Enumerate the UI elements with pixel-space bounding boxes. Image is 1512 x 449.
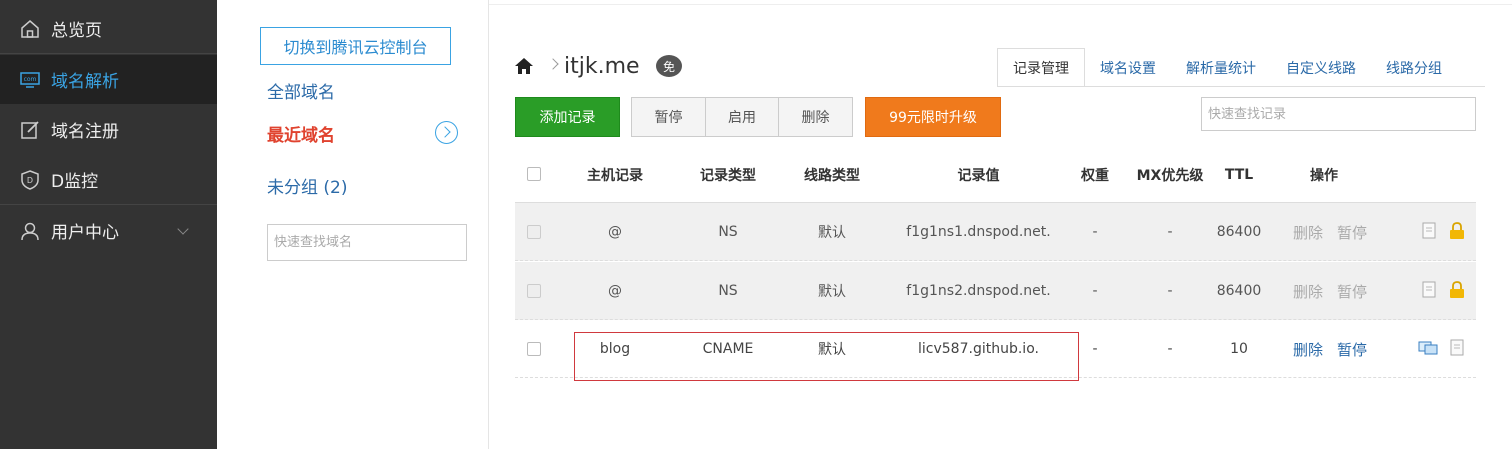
divider <box>489 4 1512 5</box>
type-cell: NS <box>718 283 738 299</box>
weight-cell: - <box>1092 224 1098 240</box>
select-all-checkbox[interactable] <box>527 167 541 181</box>
dns-icon: com <box>20 71 40 88</box>
shield-icon: D <box>21 169 39 190</box>
note-icon[interactable] <box>1449 339 1467 357</box>
row-checkbox[interactable] <box>527 284 541 298</box>
value-cell: f1g1ns1.dnspod.net. <box>906 224 1051 240</box>
delete-link[interactable]: 删除 <box>1293 320 1323 378</box>
line-cell: 默认 <box>818 225 846 241</box>
user-icon <box>21 222 39 240</box>
column-header: TTL <box>1224 166 1254 183</box>
svg-text:com: com <box>24 76 37 83</box>
tab-records[interactable]: 记录管理 <box>997 48 1085 87</box>
note-icon[interactable] <box>1421 222 1439 240</box>
ttl-cell: 86400 <box>1216 224 1262 240</box>
tab-stats[interactable]: 解析量统计 <box>1171 48 1271 87</box>
pause-link[interactable]: 暂停 <box>1337 320 1367 378</box>
table-row: @ NS 默认 f1g1ns2.dnspod.net. - - 86400 删除… <box>515 262 1476 320</box>
tab-custom-lines[interactable]: 自定义线路 <box>1271 48 1371 87</box>
all-domains-link[interactable]: 全部域名 <box>267 78 335 103</box>
load-balance-icon[interactable] <box>1418 339 1440 357</box>
sidebar-item-monitor[interactable]: D D监控 <box>0 155 217 204</box>
domain-list-panel: 切换到腾讯云控制台 全部域名 最近域名 未分组 (2) <box>217 0 489 449</box>
divider <box>997 86 1485 87</box>
delete-link: 删除 <box>1293 223 1324 242</box>
ttl-cell: 86400 <box>1216 283 1262 299</box>
sidebar-item-label: 总览页 <box>51 21 102 41</box>
domain-search-input[interactable] <box>267 224 467 261</box>
column-header: 主机记录 <box>587 167 643 184</box>
tab-line-groups[interactable]: 线路分组 <box>1371 48 1457 87</box>
main-sidebar: 总览页 com 域名解析 域名注册 D D监控 用户中心 <box>0 0 217 449</box>
enable-button[interactable]: 启用 <box>705 97 779 137</box>
sidebar-item-register[interactable]: 域名注册 <box>0 105 217 154</box>
svg-text:D: D <box>27 176 33 185</box>
sidebar-item-user-center[interactable]: 用户中心 <box>0 206 217 255</box>
edit-icon <box>21 120 39 139</box>
highlight-annotation-box <box>574 332 1079 381</box>
pause-link: 暂停 <box>1337 282 1368 301</box>
add-record-button[interactable]: 添加记录 <box>515 97 620 137</box>
switch-console-button[interactable]: 切换到腾讯云控制台 <box>260 27 451 65</box>
page-title: itjk.me <box>564 54 640 79</box>
note-icon[interactable] <box>1421 281 1439 299</box>
divider <box>0 204 217 205</box>
host-cell: @ <box>608 283 622 299</box>
home-icon[interactable] <box>514 57 534 75</box>
sidebar-item-overview[interactable]: 总览页 <box>0 4 217 53</box>
pause-button[interactable]: 暂停 <box>631 97 706 137</box>
breadcrumb-separator-icon <box>547 58 559 70</box>
row-checkbox[interactable] <box>527 225 541 239</box>
divider <box>0 53 217 54</box>
delete-link: 删除 <box>1293 282 1324 301</box>
delete-button[interactable]: 删除 <box>778 97 853 137</box>
sidebar-item-label: 用户中心 <box>51 223 119 243</box>
row-checkbox[interactable] <box>527 342 541 356</box>
column-header: 记录类型 <box>700 167 756 184</box>
sidebar-item-label: D监控 <box>51 172 99 192</box>
ttl-cell: 10 <box>1230 341 1248 357</box>
weight-cell: - <box>1092 283 1098 299</box>
table-row: @ NS 默认 f1g1ns1.dnspod.net. - - 86400 删除… <box>515 203 1476 261</box>
column-header: 权重 <box>1081 167 1109 184</box>
sidebar-item-label: 域名注册 <box>51 122 119 142</box>
tab-bar: 记录管理 域名设置 解析量统计 自定义线路 线路分组 <box>997 48 1457 87</box>
lock-icon <box>1450 222 1464 239</box>
value-cell: f1g1ns2.dnspod.net. <box>906 283 1051 299</box>
sidebar-item-dns[interactable]: com 域名解析 <box>0 55 217 104</box>
pause-link: 暂停 <box>1337 223 1368 242</box>
chevron-down-icon <box>177 222 189 235</box>
home-icon <box>21 19 39 38</box>
record-search-input[interactable] <box>1201 97 1476 131</box>
mx-cell: - <box>1167 224 1173 240</box>
column-header: 操作 <box>1310 167 1338 184</box>
mx-cell: - <box>1167 341 1173 357</box>
free-badge: 免 <box>656 55 682 77</box>
column-header: 线路类型 <box>804 167 860 184</box>
mx-cell: - <box>1167 283 1173 299</box>
line-cell: 默认 <box>818 284 846 300</box>
main-content: itjk.me 免 记录管理 域名设置 解析量统计 自定义线路 线路分组 添加记… <box>489 0 1512 449</box>
column-header: 记录值 <box>957 167 1000 184</box>
tab-domain-settings[interactable]: 域名设置 <box>1085 48 1171 87</box>
type-cell: NS <box>718 224 738 240</box>
lock-icon <box>1450 281 1464 298</box>
chevron-right-circle-icon[interactable] <box>435 121 458 144</box>
ungrouped-domains-link[interactable]: 未分组 (2) <box>267 173 347 198</box>
column-header: MX优先级 <box>1136 167 1204 184</box>
host-cell: @ <box>608 224 622 240</box>
sidebar-item-label: 域名解析 <box>51 72 119 92</box>
recent-domains-link[interactable]: 最近域名 <box>267 121 335 146</box>
upgrade-button[interactable]: 99元限时升级 <box>865 97 1001 137</box>
